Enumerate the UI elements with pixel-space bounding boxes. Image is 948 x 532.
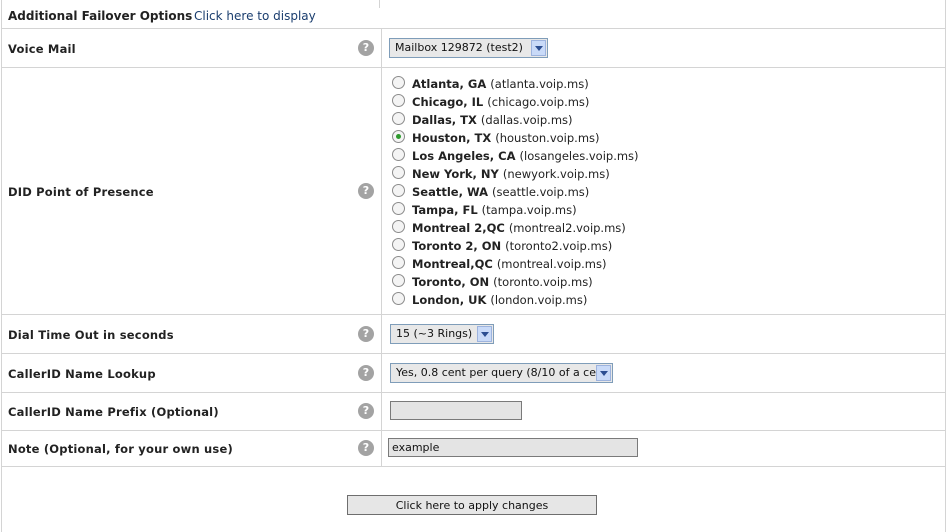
did-pop-host: (atlanta.voip.ms) — [490, 77, 589, 91]
help-icon[interactable]: ? — [358, 403, 374, 419]
radio-button[interactable] — [392, 130, 405, 143]
help-icon[interactable]: ? — [358, 326, 374, 342]
voicemail-row: Voice Mail ? Mailbox 129872 (test2) — [1, 29, 946, 68]
did-pop-host: (montreal2.voip.ms) — [508, 221, 626, 235]
chevron-down-icon[interactable] — [477, 326, 492, 342]
column-divider — [379, 0, 380, 8]
column-divider — [381, 29, 382, 67]
dial-timeout-select[interactable]: 15 (~3 Rings) — [390, 324, 494, 344]
radio-button[interactable] — [392, 220, 405, 233]
apply-changes-button[interactable]: Click here to apply changes — [347, 495, 597, 515]
failover-options-title: Additional Failover Options — [8, 9, 193, 23]
chevron-down-icon[interactable] — [596, 365, 611, 381]
callerid-prefix-input[interactable] — [390, 401, 522, 420]
callerid-lookup-label: CallerID Name Lookup — [8, 367, 156, 381]
did-pop-option-label: Houston, TX (houston.voip.ms) — [412, 131, 600, 145]
column-divider — [381, 68, 382, 314]
did-pop-host: (montreal.voip.ms) — [496, 257, 607, 271]
help-icon[interactable]: ? — [358, 365, 374, 381]
did-pop-option-label: Toronto, ON (toronto.voip.ms) — [412, 275, 593, 289]
did-pop-host: (losangeles.voip.ms) — [519, 149, 639, 163]
did-pop-host: (dallas.voip.ms) — [480, 113, 573, 127]
column-divider — [381, 431, 382, 466]
column-divider — [381, 354, 382, 392]
did-pop-host: (chicago.voip.ms) — [487, 95, 590, 109]
chevron-down-icon[interactable] — [531, 40, 546, 56]
radio-button[interactable] — [392, 256, 405, 269]
did-pop-city: Houston, TX — [412, 131, 492, 145]
did-pop-option-label: Toronto 2, ON (toronto2.voip.ms) — [412, 239, 612, 253]
did-pop-option-label: Chicago, IL (chicago.voip.ms) — [412, 95, 589, 109]
did-pop-label: DID Point of Presence — [8, 185, 154, 199]
did-pop-city: Montreal,QC — [412, 257, 493, 271]
did-pop-option-label: Tampa, FL (tampa.voip.ms) — [412, 203, 577, 217]
did-pop-city: Dallas, TX — [412, 113, 477, 127]
dial-timeout-row: Dial Time Out in seconds ? 15 (~3 Rings) — [1, 315, 946, 354]
radio-button[interactable] — [392, 184, 405, 197]
did-pop-city: Toronto, ON — [412, 275, 490, 289]
did-pop-host: (seattle.voip.ms) — [492, 185, 590, 199]
radio-button[interactable] — [392, 112, 405, 125]
did-pop-option-label: Dallas, TX (dallas.voip.ms) — [412, 113, 573, 127]
help-icon[interactable]: ? — [358, 40, 374, 56]
did-pop-option-label: Los Angeles, CA (losangeles.voip.ms) — [412, 149, 639, 163]
voicemail-select[interactable]: Mailbox 129872 (test2) — [389, 38, 548, 58]
did-pop-host: (tampa.voip.ms) — [481, 203, 577, 217]
did-pop-option-label: Seattle, WA (seattle.voip.ms) — [412, 185, 589, 199]
did-pop-option-label: London, UK (london.voip.ms) — [412, 293, 587, 307]
voicemail-selected-value: Mailbox 129872 (test2) — [395, 41, 523, 54]
did-pop-option-label: New York, NY (newyork.voip.ms) — [412, 167, 610, 181]
did-pop-host: (houston.voip.ms) — [495, 131, 600, 145]
callerid-prefix-row: CallerID Name Prefix (Optional) ? — [1, 393, 946, 431]
did-pop-host: (newyork.voip.ms) — [502, 167, 610, 181]
callerid-prefix-label: CallerID Name Prefix (Optional) — [8, 405, 219, 419]
radio-button[interactable] — [392, 94, 405, 107]
did-pop-option-label: Montreal 2,QC (montreal2.voip.ms) — [412, 221, 626, 235]
note-label: Note (Optional, for your own use) — [8, 442, 233, 456]
callerid-lookup-row: CallerID Name Lookup ? Yes, 0.8 cent per… — [1, 354, 946, 393]
radio-button[interactable] — [392, 76, 405, 89]
callerid-lookup-selected-value: Yes, 0.8 cent per query (8/10 of a cent) — [396, 366, 612, 379]
did-pop-city: Los Angeles, CA — [412, 149, 516, 163]
did-pop-city: Chicago, IL — [412, 95, 484, 109]
failover-options-row: Additional Failover Options Click here t… — [1, 0, 946, 29]
did-pop-row: DID Point of Presence ? Atlanta, GA (atl… — [1, 68, 946, 315]
column-divider — [381, 315, 382, 353]
column-divider — [381, 393, 382, 430]
did-pop-host: (toronto2.voip.ms) — [505, 239, 613, 253]
did-pop-city: Toronto 2, ON — [412, 239, 502, 253]
did-pop-city: Atlanta, GA — [412, 77, 487, 91]
did-pop-city: Montreal 2,QC — [412, 221, 505, 235]
did-pop-option-label: Montreal,QC (montreal.voip.ms) — [412, 257, 606, 271]
radio-button[interactable] — [392, 202, 405, 215]
display-failover-link[interactable]: Click here to display — [194, 9, 316, 23]
dial-timeout-label: Dial Time Out in seconds — [8, 328, 174, 342]
did-pop-city: New York, NY — [412, 167, 499, 181]
radio-button[interactable] — [392, 148, 405, 161]
help-icon[interactable]: ? — [358, 440, 374, 456]
radio-button[interactable] — [392, 292, 405, 305]
did-pop-city: Tampa, FL — [412, 203, 478, 217]
did-pop-city: Seattle, WA — [412, 185, 489, 199]
radio-button[interactable] — [392, 238, 405, 251]
note-input[interactable] — [388, 438, 638, 457]
did-pop-option-label: Atlanta, GA (atlanta.voip.ms) — [412, 77, 589, 91]
did-pop-host: (london.voip.ms) — [490, 293, 588, 307]
radio-button[interactable] — [392, 166, 405, 179]
did-pop-city: London, UK — [412, 293, 487, 307]
radio-button[interactable] — [392, 274, 405, 287]
note-row: Note (Optional, for your own use) ? — [1, 431, 946, 467]
callerid-lookup-select[interactable]: Yes, 0.8 cent per query (8/10 of a cent) — [390, 363, 613, 383]
voicemail-label: Voice Mail — [8, 42, 76, 56]
did-pop-host: (toronto.voip.ms) — [493, 275, 593, 289]
dial-timeout-selected-value: 15 (~3 Rings) — [396, 327, 473, 340]
help-icon[interactable]: ? — [358, 183, 374, 199]
